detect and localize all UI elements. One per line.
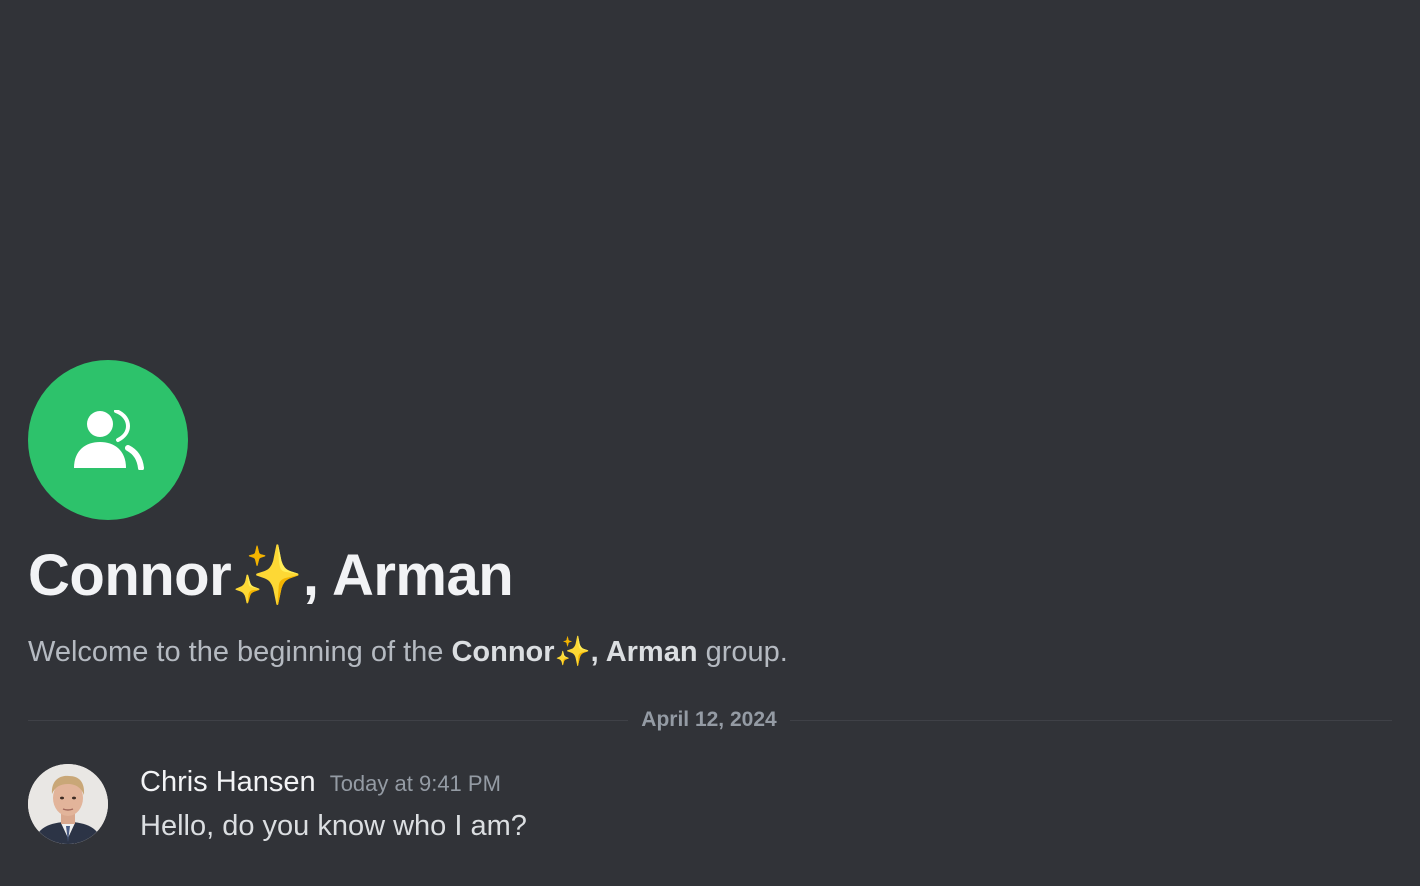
date-divider-label: April 12, 2024 [628,705,790,735]
welcome-prefix: Welcome to the beginning of the [28,636,452,668]
message-content: Hello, do you know who I am? [140,810,527,842]
welcome-suffix: group. [697,636,788,668]
message[interactable]: Chris Hansen Today at 9:41 PM Hello, do y… [28,760,1388,860]
message-author[interactable]: Chris Hansen [140,766,316,798]
chat-area: Connor✨, Arman Welcome to the beginning … [0,0,1420,886]
user-avatar-photo [28,764,108,844]
welcome-group-name: Connor✨, Arman [451,636,698,668]
message-header: Chris Hansen Today at 9:41 PM [140,762,501,802]
group-dm-icon [28,360,188,520]
welcome-text: Welcome to the beginning of the Connor✨,… [28,632,788,672]
users-icon [74,410,144,470]
group-title: Connor✨, Arman [28,543,514,608]
avatar[interactable] [28,764,108,844]
message-timestamp[interactable]: Today at 9:41 PM [330,771,501,796]
